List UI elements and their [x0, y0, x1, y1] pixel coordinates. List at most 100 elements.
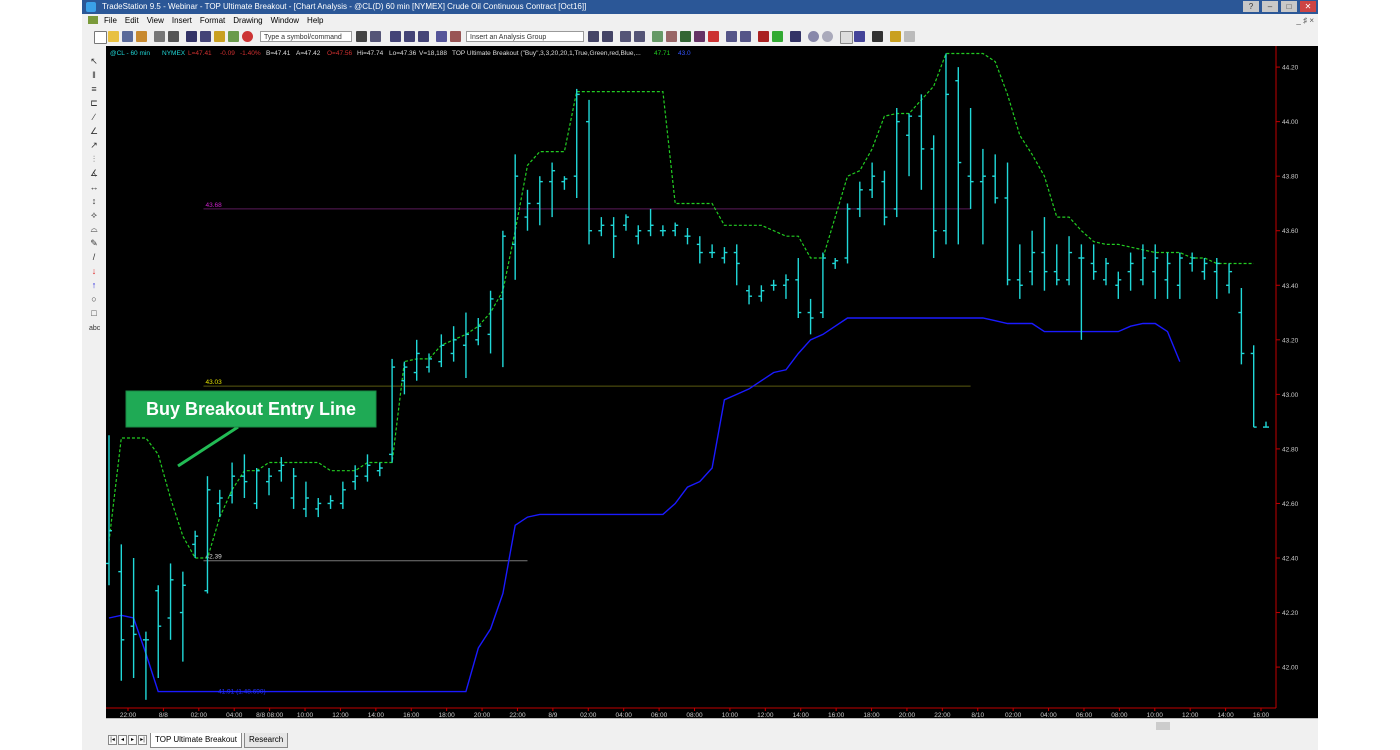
fib-icon[interactable]: ⟡ [89, 210, 99, 220]
chart-window-icon[interactable] [88, 16, 98, 24]
close-button[interactable]: ✕ [1300, 1, 1316, 12]
tool-1-icon[interactable] [588, 31, 599, 42]
color-icon[interactable] [242, 31, 253, 42]
bar-2-icon[interactable] [404, 31, 415, 42]
tool-6-icon[interactable] [666, 31, 677, 42]
down-arrow-icon[interactable]: ↓ [89, 266, 99, 276]
ohlc-bar [413, 339, 420, 381]
menu-window[interactable]: Window [267, 14, 303, 28]
help-icon[interactable]: ? [1243, 1, 1259, 12]
grid-icon[interactable] [200, 31, 211, 42]
bar-3-icon[interactable] [418, 31, 429, 42]
symbol-link-icon[interactable] [370, 31, 381, 42]
mdi-controls[interactable]: _ ♯ × [1296, 14, 1314, 28]
tab-research[interactable]: Research [244, 733, 289, 748]
tool-3-icon[interactable] [620, 31, 631, 42]
tool-16-icon[interactable] [872, 31, 883, 42]
tool-15-icon[interactable] [854, 31, 865, 42]
tool-5-icon[interactable] [652, 31, 663, 42]
tool-17-icon[interactable] [890, 31, 901, 42]
text-tool-icon[interactable]: abc [89, 324, 100, 334]
price-axis-label: 43.80 [1282, 174, 1299, 181]
zoom-out-icon[interactable] [822, 31, 833, 42]
open-icon[interactable] [108, 31, 119, 42]
tool-4-icon[interactable] [634, 31, 645, 42]
symbol-command-input[interactable]: Type a symbol/command [260, 31, 352, 42]
ohlc-bar [918, 94, 925, 190]
tool-14-icon[interactable] [790, 31, 801, 42]
ohlc-bar [339, 481, 346, 509]
menu-drawing[interactable]: Drawing [229, 14, 266, 28]
vertical-lines-icon[interactable]: ‖ [89, 70, 99, 80]
menu-file[interactable]: File [100, 14, 121, 28]
bar-icon[interactable] [390, 31, 401, 42]
ellipse-icon[interactable]: ○ [89, 294, 99, 304]
arc-icon[interactable]: ⌓ [89, 224, 99, 234]
pen-icon[interactable]: ✎ [89, 238, 99, 248]
angle-icon[interactable]: ∠ [89, 126, 99, 136]
ohlc-bar [1102, 258, 1109, 286]
minimize-button[interactable]: – [1262, 1, 1278, 12]
analysis-group-select[interactable]: Insert an Analysis Group [466, 31, 584, 42]
format-icon[interactable] [228, 31, 239, 42]
header-high: Hi=47.74 [357, 50, 384, 57]
bracket-icon[interactable]: ⊏ [89, 98, 99, 108]
print-icon[interactable] [154, 31, 165, 42]
ohlc-bar [819, 252, 826, 318]
tool-7-icon[interactable] [680, 31, 691, 42]
ray-icon[interactable]: ↗ [89, 140, 99, 150]
go-arrow-icon[interactable] [356, 31, 367, 42]
chart-icon[interactable] [186, 31, 197, 42]
horizontal-arrow-icon[interactable]: ↔ [89, 182, 99, 192]
ohlc-bar [709, 244, 716, 258]
next-tab-button[interactable]: ▸ [128, 735, 137, 745]
ohlc-bar [253, 468, 260, 509]
strategy-icon[interactable] [450, 31, 461, 42]
ohlc-bar [118, 544, 125, 681]
maximize-button[interactable]: □ [1281, 1, 1297, 12]
horizontal-lines-icon[interactable]: ≡ [89, 84, 99, 94]
scrollbar-thumb[interactable] [1156, 722, 1170, 730]
save-icon[interactable] [122, 31, 133, 42]
menu-format[interactable]: Format [196, 14, 229, 28]
rectangle-icon[interactable]: □ [89, 308, 99, 318]
trendline-icon[interactable]: ∕ [89, 112, 99, 122]
tab-top-ultimate-breakout[interactable]: TOP Ultimate Breakout [150, 733, 242, 748]
line-icon[interactable]: / [89, 252, 99, 262]
tool-18-icon[interactable] [904, 31, 915, 42]
lock-icon[interactable] [214, 31, 225, 42]
menu-view[interactable]: View [143, 14, 168, 28]
indicator-icon[interactable] [436, 31, 447, 42]
tool-8-icon[interactable] [694, 31, 705, 42]
zoom-in-icon[interactable] [808, 31, 819, 42]
tool-9-icon[interactable] [708, 31, 719, 42]
menu-help[interactable]: Help [303, 14, 327, 28]
menu-edit[interactable]: Edit [121, 14, 143, 28]
ohlc-bar [635, 225, 642, 245]
menu-insert[interactable]: Insert [168, 14, 196, 28]
last-tab-button[interactable]: ▸| [138, 735, 147, 745]
channel-icon[interactable]: ∡ [89, 168, 99, 178]
pointer-icon[interactable] [840, 31, 853, 44]
ohlc-bar [229, 462, 236, 504]
pointer-tool-icon[interactable]: ↖ [89, 56, 99, 66]
price-chart[interactable]: 44.20 44.00 43.80 43.60 43.40 43.20 43.00 42.80… [106, 46, 1318, 719]
vertical-arrow-icon[interactable]: ↕ [89, 196, 99, 206]
workspace-icon[interactable] [136, 31, 147, 42]
new-icon[interactable] [94, 31, 107, 44]
fan-icon[interactable]: ⫶ [89, 154, 99, 164]
print-preview-icon[interactable] [168, 31, 179, 42]
tool-10-icon[interactable] [726, 31, 737, 42]
tool-11-icon[interactable] [740, 31, 751, 42]
tool-2-icon[interactable] [602, 31, 613, 42]
first-tab-button[interactable]: |◂ [108, 735, 117, 745]
prev-tab-button[interactable]: ◂ [118, 735, 127, 745]
up-arrow-icon[interactable]: ↑ [89, 280, 99, 290]
chart-area[interactable]: 44.20 44.00 43.80 43.60 43.40 43.20 43.00 42.80… [106, 46, 1318, 719]
tool-12-icon[interactable] [758, 31, 769, 42]
tool-13-icon[interactable] [772, 31, 783, 42]
ohlc-bar [721, 247, 728, 264]
horizontal-scrollbar[interactable] [106, 718, 1318, 733]
ohlc-bar [450, 326, 457, 362]
ohlc-bar [1238, 288, 1245, 365]
